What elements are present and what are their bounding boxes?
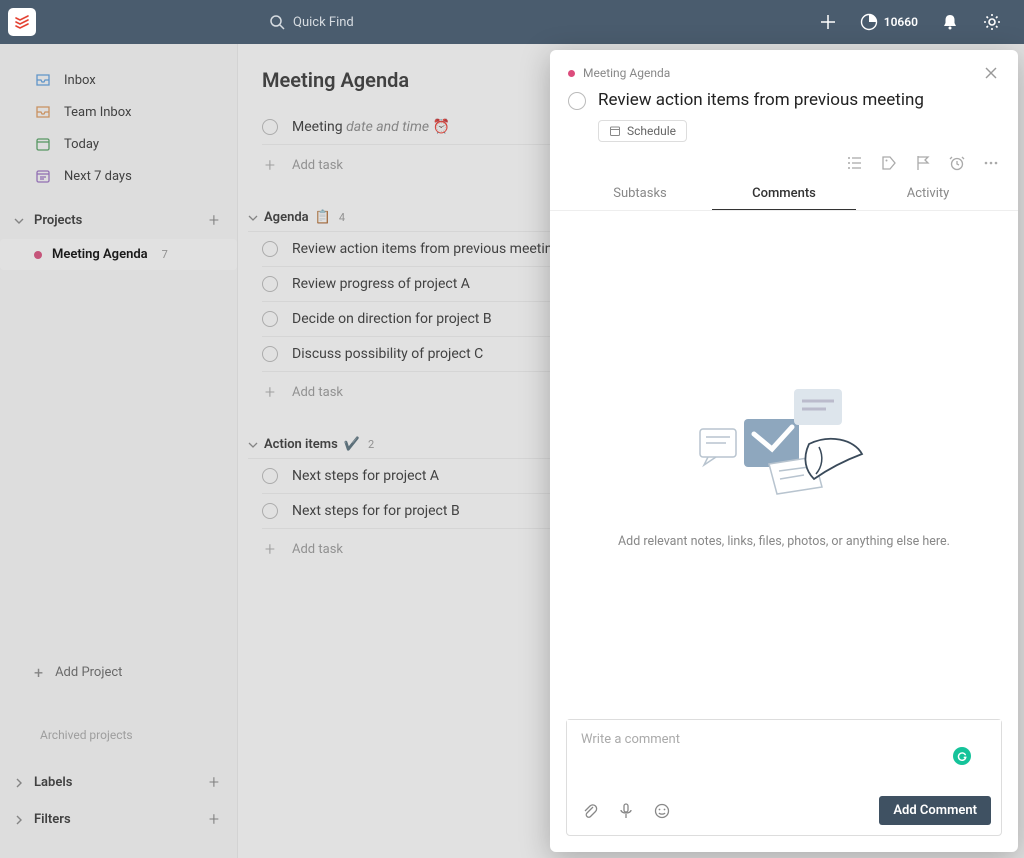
- tab-subtasks[interactable]: Subtasks: [568, 178, 712, 210]
- notifications-icon[interactable]: [940, 12, 960, 32]
- close-icon[interactable]: [982, 64, 1000, 82]
- quick-add-icon[interactable]: [818, 12, 838, 32]
- project-dot-icon: [568, 70, 575, 77]
- calendar-icon: [609, 125, 621, 137]
- schedule-button[interactable]: Schedule: [598, 120, 687, 142]
- tab-activity[interactable]: Activity: [856, 178, 1000, 210]
- tab-comments[interactable]: Comments: [712, 178, 856, 210]
- karma-icon: [860, 13, 878, 31]
- comment-input[interactable]: [567, 720, 1001, 786]
- list-icon[interactable]: [846, 154, 864, 172]
- settings-icon[interactable]: [982, 12, 1002, 32]
- todoist-logo-icon: [8, 8, 36, 36]
- microphone-icon[interactable]: [617, 802, 635, 820]
- karma-count: 10660: [884, 15, 918, 29]
- search-icon: [269, 14, 285, 30]
- search-field[interactable]: [269, 14, 549, 30]
- attachment-icon[interactable]: [581, 802, 599, 820]
- flag-icon[interactable]: [914, 154, 932, 172]
- task-detail-panel: Meeting Agenda Review action items from …: [550, 50, 1018, 852]
- main-area: Inbox Team Inbox Today Next 7 days Proje…: [0, 44, 1024, 858]
- topbar-actions: 10660: [818, 12, 1024, 32]
- more-icon[interactable]: [982, 154, 1000, 172]
- breadcrumb-label[interactable]: Meeting Agenda: [583, 66, 670, 80]
- add-comment-button[interactable]: Add Comment: [879, 796, 991, 825]
- task-checkbox[interactable]: [568, 92, 586, 110]
- panel-header: Meeting Agenda Review action items from …: [550, 50, 1018, 146]
- emoji-icon[interactable]: [653, 802, 671, 820]
- panel-tabs: Subtasks Comments Activity: [550, 178, 1018, 211]
- comments-empty-state: Add relevant notes, links, files, photos…: [550, 211, 1018, 719]
- empty-illustration: [694, 379, 874, 519]
- task-actions: [550, 146, 1018, 178]
- breadcrumb: Meeting Agenda: [568, 64, 1000, 82]
- comment-box: Add Comment: [566, 719, 1002, 836]
- karma-indicator[interactable]: 10660: [860, 13, 918, 31]
- reminder-icon[interactable]: [948, 154, 966, 172]
- topbar: 10660: [0, 0, 1024, 44]
- task-title-row: Review action items from previous meetin…: [568, 82, 1000, 120]
- app-logo[interactable]: [0, 0, 44, 44]
- search-input[interactable]: [293, 15, 493, 30]
- empty-text: Add relevant notes, links, files, photos…: [618, 533, 950, 552]
- label-icon[interactable]: [880, 154, 898, 172]
- comment-toolbar: Add Comment: [567, 790, 1001, 835]
- schedule-label: Schedule: [627, 124, 676, 138]
- grammarly-icon[interactable]: [953, 747, 971, 765]
- task-title[interactable]: Review action items from previous meetin…: [598, 90, 924, 110]
